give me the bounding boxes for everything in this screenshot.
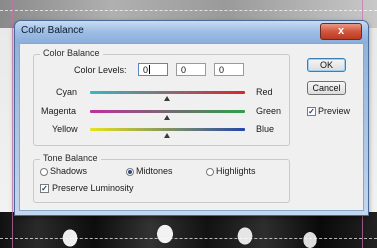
dialog-title: Color Balance (21, 25, 84, 36)
color-balance-group: Color Balance Color Levels: 0 0 0 Cyan R… (33, 48, 290, 146)
slider-left-label-cyan: Cyan (56, 87, 78, 97)
color-level-cyan-red-field[interactable]: 0 (138, 63, 168, 76)
selection-marquee-bottom (0, 238, 377, 239)
tone-balance-group: Tone Balance Shadows Midtones Highlights… (33, 153, 290, 203)
close-icon: x (337, 25, 345, 37)
text-caret (149, 65, 151, 74)
cyan-red-slider[interactable] (90, 91, 245, 94)
yellow-blue-slider-thumb[interactable] (164, 133, 170, 138)
color-levels-label: Color Levels: (74, 65, 127, 75)
highlights-label: Highlights (216, 166, 256, 176)
slider-left-label-magenta: Magenta (41, 106, 77, 116)
ok-button[interactable]: OK (307, 58, 346, 72)
midtones-label: Midtones (136, 166, 173, 176)
preview-checkbox[interactable]: ✓ (307, 107, 316, 116)
cancel-button[interactable]: Cancel (307, 81, 346, 95)
color-balance-group-title: Color Balance (40, 48, 103, 58)
slider-right-label-red: Red (256, 87, 273, 97)
preserve-luminosity-label: Preserve Luminosity (52, 183, 134, 193)
slider-left-label-yellow: Yellow (52, 124, 78, 134)
preserve-luminosity-checkbox[interactable]: ✓ (40, 184, 49, 193)
midtones-radio[interactable] (126, 168, 134, 176)
magenta-green-slider-thumb[interactable] (164, 115, 170, 120)
dialog-body: Color Balance Color Levels: 0 0 0 Cyan R… (19, 43, 364, 211)
shadows-radio[interactable] (40, 168, 48, 176)
cyan-red-slider-thumb[interactable] (164, 96, 170, 101)
slider-right-label-blue: Blue (256, 124, 275, 134)
color-level-yellow-blue-field[interactable]: 0 (214, 63, 244, 76)
close-button[interactable]: x (320, 23, 362, 40)
title-bar[interactable]: Color Balance x (15, 21, 368, 43)
tone-balance-group-title: Tone Balance (40, 153, 101, 163)
preview-label: Preview (318, 106, 351, 116)
yellow-blue-slider[interactable] (90, 128, 245, 131)
color-level-magenta-green-field[interactable]: 0 (176, 63, 206, 76)
shadows-label: Shadows (50, 166, 88, 176)
color-balance-dialog: Color Balance x Color Balance Color Leve… (15, 21, 368, 215)
guide-line-left (12, 0, 13, 248)
selection-marquee-top (0, 10, 377, 11)
magenta-green-slider[interactable] (90, 110, 245, 113)
highlights-radio[interactable] (206, 168, 214, 176)
slider-right-label-green: Green (256, 106, 282, 116)
photo-people (0, 212, 377, 248)
